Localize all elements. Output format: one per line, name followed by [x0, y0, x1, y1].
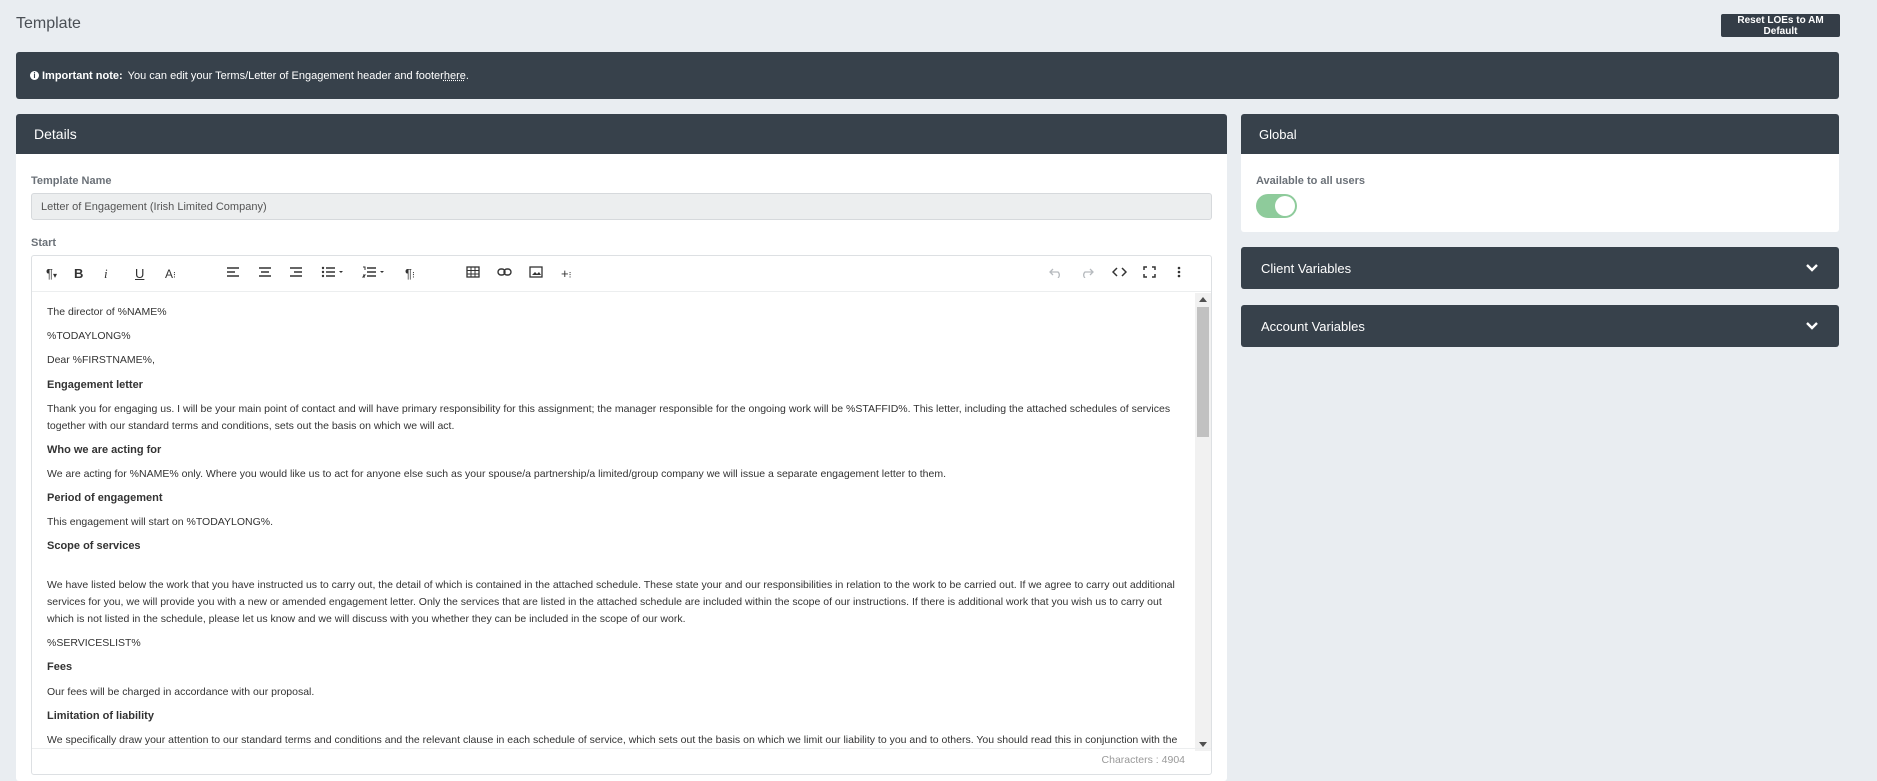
scroll-down-icon[interactable]: [1199, 742, 1207, 747]
paragraph-format-icon[interactable]: ¶▾: [46, 266, 57, 284]
content-heading: Scope of services: [47, 540, 141, 552]
content-line: We specifically draw your attention to o…: [47, 734, 1178, 746]
character-count: Characters : 4904: [1101, 754, 1185, 766]
global-header: Global: [1241, 114, 1839, 154]
editor-toolbar: ¶▾ B i U A⁝ ¶⁝ +⁝: [32, 256, 1211, 292]
more-vertical-icon[interactable]: [1177, 266, 1181, 278]
notice-text: You can edit your Terms/Letter of Engage…: [127, 69, 444, 82]
underline-icon[interactable]: U: [135, 266, 144, 282]
insert-table-icon[interactable]: [466, 266, 480, 278]
code-view-icon[interactable]: [1112, 266, 1127, 278]
account-variables-label: Account Variables: [1261, 318, 1365, 334]
editor-content[interactable]: The director of %NAME% %TODAYLONG% Dear …: [32, 293, 1196, 751]
template-name-input[interactable]: [31, 193, 1212, 220]
notice-trail: .: [465, 69, 469, 82]
content-line: %TODAYLONG%: [47, 330, 131, 342]
available-to-all-users-toggle[interactable]: [1256, 194, 1297, 218]
align-center-icon[interactable]: [258, 266, 272, 278]
content-line: Thank you for engaging us. I will be you…: [47, 403, 1171, 432]
available-to-all-users-label: Available to all users: [1256, 175, 1366, 187]
content-heading: Limitation of liability: [47, 710, 154, 722]
content-line: %SERVICESLIST%: [47, 637, 141, 649]
reset-loes-button[interactable]: Reset LOEs to AM Default: [1721, 14, 1840, 37]
content-heading: Fees: [47, 661, 73, 673]
editor-footer: [32, 748, 1211, 774]
content-line: We have listed below the work that you h…: [47, 579, 1175, 625]
details-header: Details: [16, 114, 1227, 154]
align-left-icon[interactable]: [226, 266, 240, 278]
undo-icon[interactable]: [1049, 266, 1063, 278]
client-variables-accordion[interactable]: Client Variables: [1241, 247, 1839, 289]
content-heading: Who we are acting for: [47, 444, 162, 456]
global-panel: Global Available to all users: [1241, 114, 1839, 232]
insert-link-icon[interactable]: [497, 266, 512, 278]
paragraph-style-icon[interactable]: ¶⁝: [405, 266, 415, 283]
info-circle-icon: i: [30, 71, 39, 80]
account-variables-accordion[interactable]: Account Variables: [1241, 305, 1839, 347]
edit-header-footer-link[interactable]: here: [444, 70, 466, 82]
more-plus-icon[interactable]: +⁝: [561, 266, 571, 283]
notice-bold-label: Important note:: [42, 69, 123, 82]
scroll-thumb[interactable]: [1197, 307, 1209, 437]
chevron-down-icon: [1805, 261, 1819, 276]
ordered-list-icon[interactable]: [362, 266, 384, 278]
fullscreen-icon[interactable]: [1143, 266, 1156, 278]
content-line: We are acting for %NAME% only. Where you…: [47, 468, 946, 480]
content-line: This engagement will start on %TODAYLONG…: [47, 516, 274, 528]
insert-image-icon[interactable]: [529, 266, 543, 278]
toggle-knob: [1275, 196, 1295, 216]
bold-icon[interactable]: B: [74, 266, 83, 282]
editor-scrollbar[interactable]: [1195, 293, 1211, 751]
template-name-label: Template Name: [31, 175, 112, 187]
font-size-icon[interactable]: A⁝: [165, 266, 176, 283]
content-line: Our fees will be charged in accordance w…: [47, 686, 315, 698]
content-line: Dear %FIRSTNAME%,: [47, 354, 155, 366]
details-panel: Details Template Name Start ¶▾ B i U A⁝: [16, 114, 1227, 781]
unordered-list-icon[interactable]: [321, 266, 343, 278]
start-label: Start: [31, 237, 57, 249]
content-heading: Period of engagement: [47, 492, 163, 504]
align-right-icon[interactable]: [289, 266, 303, 278]
scroll-up-icon[interactable]: [1199, 297, 1207, 302]
content-heading: Engagement letter: [47, 379, 143, 391]
content-line: The director of %NAME%: [47, 306, 167, 318]
chevron-down-icon: [1805, 319, 1819, 334]
rich-text-editor[interactable]: ¶▾ B i U A⁝ ¶⁝ +⁝ The director of %NAME%…: [31, 255, 1212, 775]
redo-icon[interactable]: [1080, 266, 1094, 278]
important-note-banner: i Important note: You can edit your Term…: [16, 52, 1839, 99]
italic-icon[interactable]: i: [104, 266, 108, 282]
client-variables-label: Client Variables: [1261, 260, 1352, 276]
page-title: Template: [16, 15, 81, 32]
